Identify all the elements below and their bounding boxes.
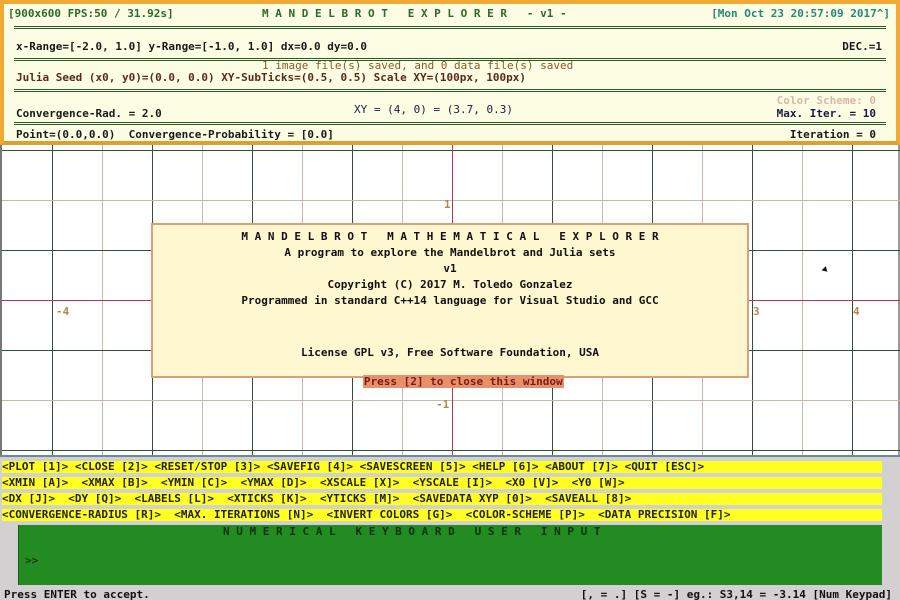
julia-seed-readout: Julia Seed (x0, y0)=(0.0, 0.0) XY-SubTic… xyxy=(16,71,526,84)
menu-item[interactable]: <SAVEDATA XYP [0]> xyxy=(413,492,532,505)
about-copyright: Copyright (C) 2017 M. Toledo Gonzalez xyxy=(327,278,573,291)
decimals-readout: DEC.=1 xyxy=(842,40,882,53)
max-iterations-readout: Max. Iter. = 10 xyxy=(776,107,876,120)
point-readout: Point=(0.0,0.0) Convergence-Probability … xyxy=(16,128,334,141)
menu-item[interactable]: <XMAX [B]> xyxy=(81,476,147,489)
command-menu: <PLOT [1]> <CLOSE [2]> <RESET/STOP [3]> … xyxy=(0,455,900,600)
divider xyxy=(14,122,886,125)
color-scheme-readout: Color Scheme: 0 xyxy=(776,94,876,107)
convergence-radius-readout: Convergence-Rad. = 2.0 xyxy=(16,107,162,120)
xy-readout: XY = (4, 0) = (3.7, 0.3) xyxy=(354,103,513,116)
about-close-row: Press [2] to close this window xyxy=(153,362,747,401)
status-hint: Press ENTER to accept. xyxy=(4,588,150,600)
iteration-readout: Iteration = 0 xyxy=(789,128,876,141)
keyboard-title: N U M E R I C A L K E Y B O A R D U S E … xyxy=(223,525,601,538)
menu-item[interactable]: <SAVESCREEN [5]> xyxy=(360,460,466,473)
numerical-keyboard-panel: N U M E R I C A L K E Y B O A R D U S E … xyxy=(18,525,882,585)
menu-item[interactable]: <COLOR-SCHEME [P]> xyxy=(466,508,585,521)
close-dialog-hint[interactable]: Press [2] to close this window xyxy=(362,375,564,388)
menu-item[interactable]: <LABELS [L]> xyxy=(134,492,213,505)
prompt-icon: >> xyxy=(25,554,39,567)
menu-item[interactable]: <DY [Q]> xyxy=(68,492,121,505)
menu-item[interactable]: <DX [J]> xyxy=(2,492,55,505)
menu-row-range: <XMIN [A]> <XMAX [B]> <YMIN [C]> <YMAX [… xyxy=(2,477,882,489)
menu-item[interactable]: <YMIN [C]> xyxy=(161,476,227,489)
menu-item[interactable]: <PLOT [1]> xyxy=(2,460,68,473)
menu-item[interactable]: <XSCALE [X]> xyxy=(320,476,399,489)
menu-item[interactable]: <MAX. ITERATIONS [N]> xyxy=(174,508,313,521)
menu-item[interactable]: <RESET/STOP [3]> xyxy=(154,460,260,473)
menu-row-main: <PLOT [1]> <CLOSE [2]> <RESET/STOP [3]> … xyxy=(2,461,882,473)
about-version: v1 xyxy=(443,262,457,275)
menu-item[interactable]: <X0 [V]> xyxy=(505,476,558,489)
menu-item[interactable]: <SAVEFIG [4]> xyxy=(267,460,353,473)
y-tick-label: 1 xyxy=(444,198,451,211)
menu-item[interactable]: <YTICKS [M]> xyxy=(320,492,399,505)
menu-item[interactable]: <ABOUT [7]> xyxy=(545,460,618,473)
menu-item[interactable]: <HELP [6]> xyxy=(472,460,538,473)
menu-item[interactable]: <Y0 [W]> xyxy=(572,476,625,489)
menu-row-params: <CONVERGENCE-RADIUS [R]> <MAX. ITERATION… xyxy=(2,509,882,521)
about-title: M A N D E L B R O T M A T H E M A T I C … xyxy=(241,230,659,243)
menu-item[interactable]: <CONVERGENCE-RADIUS [R]> xyxy=(2,508,161,521)
menu-item[interactable]: <YMAX [D]> xyxy=(240,476,306,489)
keypad-hint: [, = .] [S = -] eg.: S3,14 = -3.14 [Num … xyxy=(580,588,892,600)
menu-item[interactable]: <QUIT [ESC]> xyxy=(625,460,704,473)
about-dialog: M A N D E L B R O T M A T H E M A T I C … xyxy=(151,223,749,388)
about-programmed: Programmed in standard C++14 language fo… xyxy=(241,294,659,307)
divider xyxy=(14,26,886,29)
x-tick-label: 3 xyxy=(753,305,760,318)
window-info: [900x600 FPS:50 / 31.92s] xyxy=(8,7,174,20)
menu-item[interactable]: <SAVEALL [8]> xyxy=(545,492,631,505)
range-readout: x-Range=[-2.0, 1.0] y-Range=[-1.0, 1.0] … xyxy=(16,40,367,53)
menu-item[interactable]: <XTICKS [K]> xyxy=(227,492,306,505)
menu-item[interactable]: <YSCALE [I]> xyxy=(413,476,492,489)
numeric-input[interactable] xyxy=(45,553,865,569)
about-subtitle: A program to explore the Mandelbrot and … xyxy=(284,246,616,259)
app-title: M A N D E L B R O T E X P L O R E R - v1… xyxy=(262,7,567,20)
x-tick-label: 4 xyxy=(853,305,860,318)
menu-item[interactable]: <INVERT COLORS [G]> xyxy=(327,508,453,521)
divider xyxy=(14,89,886,92)
menu-row-ticks: <DX [J]> <DY [Q]> <LABELS [L]> <XTICKS [… xyxy=(2,493,882,505)
menu-item[interactable]: <DATA PRECISION [F]> xyxy=(598,508,730,521)
menu-item[interactable]: <XMIN [A]> xyxy=(2,476,68,489)
menu-item[interactable]: <CLOSE [2]> xyxy=(75,460,148,473)
datetime: [Mon Oct 23 20:57:09 2017^] xyxy=(711,7,890,20)
about-license: License GPL v3, Free Software Foundation… xyxy=(300,346,599,359)
info-panel: [900x600 FPS:50 / 31.92s] M A N D E L B … xyxy=(0,0,900,145)
x-tick-label: -4 xyxy=(56,305,70,318)
